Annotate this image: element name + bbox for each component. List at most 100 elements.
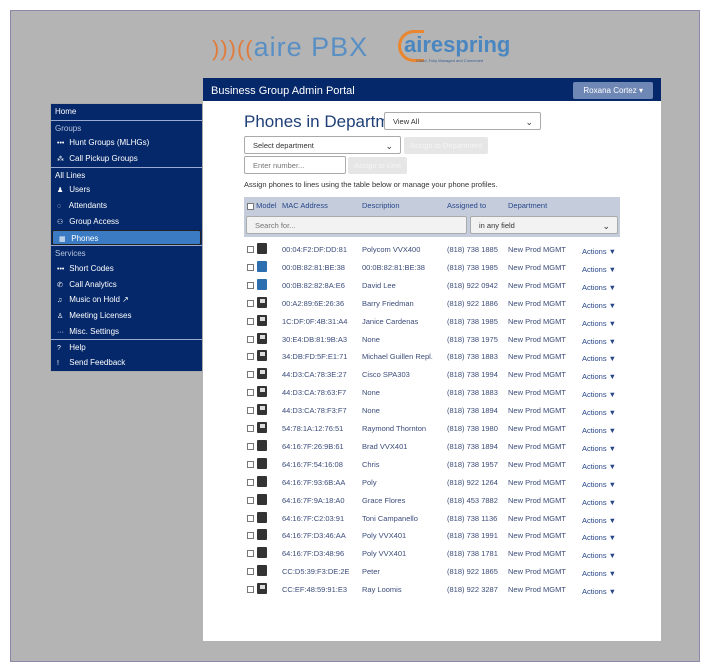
actions-dropdown[interactable]: Actions ▼ (582, 372, 616, 381)
row-checkbox[interactable] (247, 425, 254, 432)
phone-model-icon (257, 332, 267, 344)
music-icon: ♫ (57, 297, 63, 305)
row-checkbox[interactable] (247, 246, 254, 253)
phone-model-icon (257, 350, 267, 362)
actions-dropdown[interactable]: Actions ▼ (582, 408, 616, 417)
mac-address[interactable]: 64:16:7F:93:6B:AA (282, 478, 345, 487)
mac-address[interactable]: 00:0B:82:81:BE:38 (282, 263, 345, 272)
sidebar-item-meeting-licenses[interactable]: ♙ Meeting Licenses (51, 308, 202, 324)
mac-address[interactable]: 64:16:7F:9A:18:A0 (282, 496, 345, 505)
row-checkbox[interactable] (247, 478, 254, 486)
mac-address[interactable]: 00:0B:82:82:8A:E6 (282, 281, 345, 290)
description: Brad VVX401 (362, 441, 408, 451)
mac-address[interactable]: 64:16:7F:C2:03:91 (282, 514, 344, 523)
phone-model-icon (257, 296, 267, 308)
mac-address[interactable]: 34:DB:FD:5F:E1:71 (282, 352, 347, 361)
column-department[interactable]: Department (508, 201, 547, 210)
row-checkbox[interactable] (247, 317, 254, 325)
row-checkbox[interactable] (247, 442, 254, 450)
mac-address[interactable]: 64:16:7F:26:9B:61 (282, 442, 344, 451)
row-checkbox[interactable] (247, 568, 254, 576)
mac-address[interactable]: CC:EF:48:59:91:E3 (282, 585, 347, 594)
sidebar-item-call-pickup-groups[interactable]: ⁂ Call Pickup Groups (51, 151, 202, 167)
number-input[interactable] (244, 156, 346, 174)
mac-address[interactable]: 00:04:F2:DF:DD:81 (282, 245, 347, 254)
mac-address[interactable]: 1C:DF:0F:4B:31:A4 (282, 317, 347, 326)
presenter-icon: ♙ (57, 312, 64, 320)
sidebar-item-group-access[interactable]: ⚇ Group Access (51, 214, 202, 230)
row-checkbox[interactable] (247, 299, 254, 307)
actions-dropdown[interactable]: Actions ▼ (582, 498, 616, 507)
actions-dropdown[interactable]: Actions ▼ (582, 283, 616, 292)
mac-address[interactable]: 30:E4:DB:81:9B:A3 (282, 335, 347, 344)
assign-to-line-button[interactable]: Assign to Line (348, 157, 408, 174)
actions-dropdown[interactable]: Actions ▼ (582, 551, 616, 560)
description: Janice Cardenas (362, 316, 419, 326)
actions-dropdown[interactable]: Actions ▼ (582, 516, 616, 525)
sidebar-item-phones[interactable]: ▦ Phones (52, 229, 201, 246)
column-model[interactable]: Model (256, 201, 276, 210)
mac-address[interactable]: 44:D3:CA:78:63:F7 (282, 388, 346, 397)
row-checkbox[interactable] (247, 371, 254, 379)
sidebar-item-call-analytics[interactable]: ✆ Call Analytics (51, 277, 202, 293)
actions-dropdown[interactable]: Actions ▼ (582, 480, 616, 489)
row-checkbox[interactable] (247, 263, 254, 271)
department-filter-select[interactable]: View All ⌄ (384, 112, 541, 130)
sidebar-item-hunt-groups-mlhgs[interactable]: ••• Hunt Groups (MLHGs) (51, 135, 202, 151)
sidebar-section-0[interactable]: Home (51, 104, 202, 120)
table-search-input[interactable] (246, 216, 467, 234)
ellipsis-icon: ··· (57, 328, 64, 336)
row-checkbox[interactable] (247, 335, 254, 343)
sidebar-item-attendants[interactable]: ◌ Attendants (51, 198, 202, 214)
mac-address[interactable]: 64:16:7F:D3:48:96 (282, 549, 344, 558)
row-checkbox[interactable] (247, 514, 254, 522)
sidebar-item-users[interactable]: ♟ Users (51, 182, 202, 198)
mac-address[interactable]: 64:16:7F:54:16:08 (282, 460, 343, 469)
actions-dropdown[interactable]: Actions ▼ (582, 247, 616, 256)
sidebar-item-music-on-hold[interactable]: ♫ Music on Hold ↗ (51, 292, 202, 308)
actions-dropdown[interactable]: Actions ▼ (582, 444, 616, 453)
actions-dropdown[interactable]: Actions ▼ (582, 301, 616, 310)
assigned-number: (818) 738 1985 (447, 262, 498, 272)
row-checkbox[interactable] (247, 407, 254, 415)
user-menu-button[interactable]: Roxana Cortez ▾ (573, 82, 653, 99)
column-mac[interactable]: MAC Address (282, 201, 328, 210)
sidebar-item-misc-settings[interactable]: ··· Misc. Settings (51, 324, 202, 340)
actions-dropdown[interactable]: Actions ▼ (582, 426, 616, 435)
department: New Prod MGMT (508, 406, 566, 416)
assign-to-department-button[interactable]: Assign to Department (404, 137, 489, 154)
row-checkbox[interactable] (247, 460, 254, 468)
actions-dropdown[interactable]: Actions ▼ (582, 462, 616, 471)
sidebar-item-send-feedback[interactable]: ! Send Feedback (51, 355, 202, 371)
actions-dropdown[interactable]: Actions ▼ (582, 587, 616, 596)
mac-address[interactable]: 64:16:7F:D3:46:AA (282, 531, 346, 540)
row-checkbox[interactable] (247, 389, 254, 397)
column-description[interactable]: Description (362, 201, 400, 210)
actions-dropdown[interactable]: Actions ▼ (582, 569, 616, 578)
row-checkbox[interactable] (247, 532, 254, 540)
column-assigned-to[interactable]: Assigned to (447, 201, 486, 210)
select-all-checkbox[interactable] (247, 202, 254, 210)
actions-dropdown[interactable]: Actions ▼ (582, 533, 616, 542)
sidebar-item-short-codes[interactable]: ••• Short Codes (51, 261, 202, 277)
mac-address[interactable]: 44:D3:CA:78:F3:F7 (282, 406, 347, 415)
row-checkbox[interactable] (247, 550, 254, 558)
row-checkbox[interactable] (247, 496, 254, 504)
row-checkbox[interactable] (247, 586, 254, 594)
select-department[interactable]: Select department ⌄ (244, 136, 401, 154)
actions-dropdown[interactable]: Actions ▼ (582, 390, 616, 399)
mac-address[interactable]: 00:A2:89:6E:26:36 (282, 299, 344, 308)
mac-address[interactable]: 54:78:1A:12:76:51 (282, 424, 343, 433)
actions-dropdown[interactable]: Actions ▼ (582, 337, 616, 346)
row-checkbox[interactable] (247, 281, 254, 289)
actions-dropdown[interactable]: Actions ▼ (582, 319, 616, 328)
row-checkbox[interactable] (247, 353, 254, 361)
actions-dropdown[interactable]: Actions ▼ (582, 265, 616, 274)
sidebar-item-help[interactable]: ? Help (51, 339, 202, 355)
description: None (362, 334, 380, 344)
mac-address[interactable]: CC:D5:39:F3:DE:2E (282, 567, 350, 576)
mac-address[interactable]: 44:D3:CA:78:3E:27 (282, 370, 347, 379)
table-row: 44:D3:CA:78:F3:F7 None (818) 738 1894 Ne… (244, 403, 620, 419)
search-field-select[interactable]: in any field ⌄ (470, 216, 618, 234)
actions-dropdown[interactable]: Actions ▼ (582, 354, 616, 363)
